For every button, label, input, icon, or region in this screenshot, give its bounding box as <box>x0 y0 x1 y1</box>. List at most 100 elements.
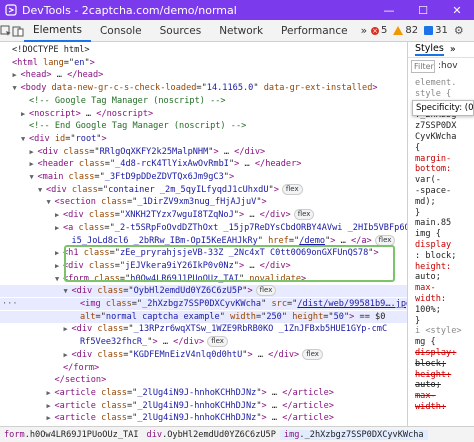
style-rule-line[interactable]: CyvKWcha <box>415 132 456 143</box>
style-rule-line[interactable]: } <box>415 316 420 327</box>
dom-node-line[interactable]: ▶ <article class="_2lUg4iN9J-hnhoKCHhDJNz… <box>0 412 407 424</box>
expand-triangle-closed-icon[interactable]: ▶ <box>64 323 72 335</box>
styles-filter-input[interactable]: Filter <box>411 59 435 73</box>
dom-node-line[interactable]: <!-- Google Tag Manager (noscript) --> <box>0 95 407 107</box>
dom-node-line[interactable]: </section> <box>0 374 407 386</box>
dom-node-line[interactable]: ▼ <div class="container _2m_5qyILfyqdJ1cU… <box>0 183 407 196</box>
dom-node-line[interactable]: ▶ <div class="_13RPzr6wqXTSw_1WZE9RbRB0KO… <box>0 323 407 335</box>
kebab-menu-icon[interactable]: ⋮ <box>470 24 474 37</box>
dom-node-line[interactable]: ▼ <section class="_1DirZV9xm3nug_fHjAJjuV… <box>0 196 407 208</box>
style-rule-line[interactable]: -space- <box>415 186 451 197</box>
style-rule-line[interactable]: : block; <box>415 251 456 262</box>
style-rule-line[interactable]: display <box>415 240 451 251</box>
issue-counters[interactable]: ×5 82 31 ⚙ ⋮ <box>371 24 474 37</box>
dom-node-line[interactable]: ▶ <head> … </head> <box>0 69 407 81</box>
settings-gear-icon[interactable]: ⚙ <box>454 24 464 37</box>
style-rule-line[interactable]: img { <box>415 229 441 240</box>
style-rule-line[interactable]: block; <box>415 359 446 370</box>
dom-node-line[interactable]: ▶ <div class="KGDFEMnEizV4nlq0d0htU"> … <… <box>0 348 407 361</box>
style-rule-line[interactable]: element. <box>415 78 456 89</box>
expand-triangle-closed-icon[interactable]: ▶ <box>64 349 72 361</box>
style-rule-line[interactable]: width: <box>415 294 446 305</box>
expand-triangle-closed-icon[interactable]: ▶ <box>47 400 55 412</box>
expand-triangle-open-icon[interactable]: ▼ <box>47 196 55 208</box>
style-rule-line[interactable]: md); <box>415 197 436 208</box>
style-rule-line[interactable]: auto; <box>415 380 441 391</box>
tab-performance[interactable]: Performance <box>272 20 357 42</box>
dom-node-line[interactable]: ▶ <noscript> … </noscript> <box>0 108 407 120</box>
dom-node-line[interactable]: ▼ <div class="OybHl2emdUd0YZ6C6zU5P"> flex <box>0 285 407 298</box>
warning-counter[interactable]: 82 <box>393 25 418 36</box>
expand-triangle-open-icon[interactable]: ▼ <box>13 82 21 94</box>
hov-toggle[interactable]: :hov <box>438 61 458 71</box>
dom-node-line[interactable]: ▶ <h1 class="zEe_pryrahjsjeVB-33Z _2Nc4xT… <box>0 247 407 259</box>
styles-more-tabs[interactable]: » <box>450 44 456 55</box>
device-toolbar-icon[interactable] <box>12 20 24 42</box>
flex-badge[interactable]: flex <box>293 209 315 221</box>
dom-node-line[interactable]: <!-- End Google Tag Manager (noscript) -… <box>0 120 407 132</box>
flex-badge[interactable]: flex <box>207 336 228 348</box>
tab-network[interactable]: Network <box>210 20 272 42</box>
expand-triangle-open-icon[interactable]: ▼ <box>30 171 38 183</box>
style-rule-line[interactable]: i <style> <box>415 326 462 337</box>
expand-triangle-closed-icon[interactable]: ▶ <box>55 222 63 234</box>
breadcrumb-item[interactable]: img._2hXzbgz7SSP0DXCyvKWcha <box>279 429 428 440</box>
dom-node-line[interactable]: ▶ <div class="XNKH2TYzx7wguI8TZqNoJ"> … <… <box>0 209 407 221</box>
dom-node-line[interactable]: ▼ <body data-new-gr-c-s-check-loaded="14.… <box>0 82 407 94</box>
expand-triangle-open-icon[interactable]: ▼ <box>38 184 46 196</box>
dom-node-line[interactable]: ▶ <header class="_4d8-rcK4TlYixAwOvRmbI">… <box>0 158 407 170</box>
style-rule-line[interactable]: main.85 <box>415 218 451 229</box>
dom-node-line[interactable]: ▶ <a class="_2-t5SRpFoOvdDZThOxt _15jp7Re… <box>0 222 407 234</box>
dom-node-line[interactable]: ▼ <form class="h0Ow4LR69J1PUoOUz_TAI" nov… <box>0 273 407 285</box>
info-counter[interactable]: 31 <box>424 25 448 36</box>
expand-triangle-closed-icon[interactable]: ▶ <box>13 69 21 81</box>
maximize-button[interactable]: ☐ <box>406 0 440 20</box>
dom-node-line[interactable]: ▶ <div class="RRlgOqXKFY2k25MalpNHM"> … <… <box>0 146 407 158</box>
dom-node-line[interactable]: ▼ <main class="_3FtD9pDDeZDVTQx6Jm9gC3"> <box>0 171 407 183</box>
breadcrumb-item[interactable]: form.h0Ow4LR69J1PUoOUz_TAI <box>0 430 143 440</box>
flex-badge[interactable]: flex <box>302 348 323 360</box>
expand-triangle-closed-icon[interactable]: ▶ <box>55 260 63 272</box>
minimize-button[interactable]: — <box>372 0 406 20</box>
tab-styles[interactable]: Styles <box>415 43 444 56</box>
expand-triangle-closed-icon[interactable]: ▶ <box>30 146 38 158</box>
tab-elements[interactable]: Elements <box>24 20 91 42</box>
style-rule-line[interactable]: max- <box>415 391 436 402</box>
error-counter[interactable]: × 5 <box>371 25 387 36</box>
breadcrumb-item[interactable]: div.OybHl2emdUd0YZ6C6zU5P <box>143 430 280 440</box>
dom-node-line[interactable]: </form> <box>0 362 407 374</box>
flex-badge[interactable]: flex <box>281 183 303 195</box>
close-button[interactable]: ✕ <box>440 0 474 20</box>
node-actions-icon[interactable]: ··· <box>2 298 18 310</box>
tab-sources[interactable]: Sources <box>151 20 211 42</box>
style-rule-line[interactable]: height: <box>415 262 451 273</box>
tab-console[interactable]: Console <box>91 20 151 42</box>
style-rule-line[interactable]: { <box>415 143 420 154</box>
dom-token-link[interactable]: /demo <box>299 236 325 246</box>
style-rule-line[interactable]: auto; <box>415 272 441 283</box>
style-rule-line[interactable]: height: <box>415 370 451 381</box>
style-rule-line[interactable]: mg { <box>415 337 436 348</box>
style-rule-line[interactable]: 100%; <box>415 305 441 316</box>
more-tabs-button[interactable]: » <box>357 20 371 42</box>
inspect-element-icon[interactable] <box>0 20 12 42</box>
dom-node-line[interactable]: alt="normal captcha example" width="250"… <box>0 310 407 323</box>
flex-badge[interactable]: flex <box>255 285 277 297</box>
elements-dom-tree[interactable]: <!DOCTYPE html> <html lang="en"> ▶ <head> …… <box>0 42 407 426</box>
style-rule-line[interactable]: style { <box>415 89 451 100</box>
dom-node-line[interactable]: Rf5Vee32fhcR_"> … </div> flex <box>0 336 407 348</box>
expand-triangle-closed-icon[interactable]: ▶ <box>55 209 63 221</box>
expand-triangle-open-icon[interactable]: ▼ <box>55 273 63 285</box>
expand-triangle-closed-icon[interactable]: ▶ <box>21 108 29 120</box>
dom-node-line[interactable]: ▶ <div class="jEJVkera9iY26IkP0v0Nz"> … <… <box>0 260 407 272</box>
style-rule-line[interactable]: z7SSP0DX <box>415 121 456 132</box>
style-rule-line[interactable]: var(- <box>415 175 441 186</box>
expand-triangle-closed-icon[interactable]: ▶ <box>30 158 38 170</box>
style-rule-line[interactable]: max- <box>415 283 436 294</box>
dom-node-line[interactable]: ▶ <article class="_2lUg4iN9J-hnhoKCHhDJNz… <box>0 387 407 399</box>
style-rule-line[interactable]: width: <box>415 402 446 413</box>
expand-triangle-open-icon[interactable]: ▼ <box>64 285 72 297</box>
expand-triangle-open-icon[interactable]: ▼ <box>21 133 29 145</box>
style-rule-line[interactable]: bottom: <box>415 164 451 175</box>
dom-node-line[interactable]: i5_JoLd8cl6 _2bRRw_IBm-OpI5KeEAHJkRy" hr… <box>0 234 407 247</box>
